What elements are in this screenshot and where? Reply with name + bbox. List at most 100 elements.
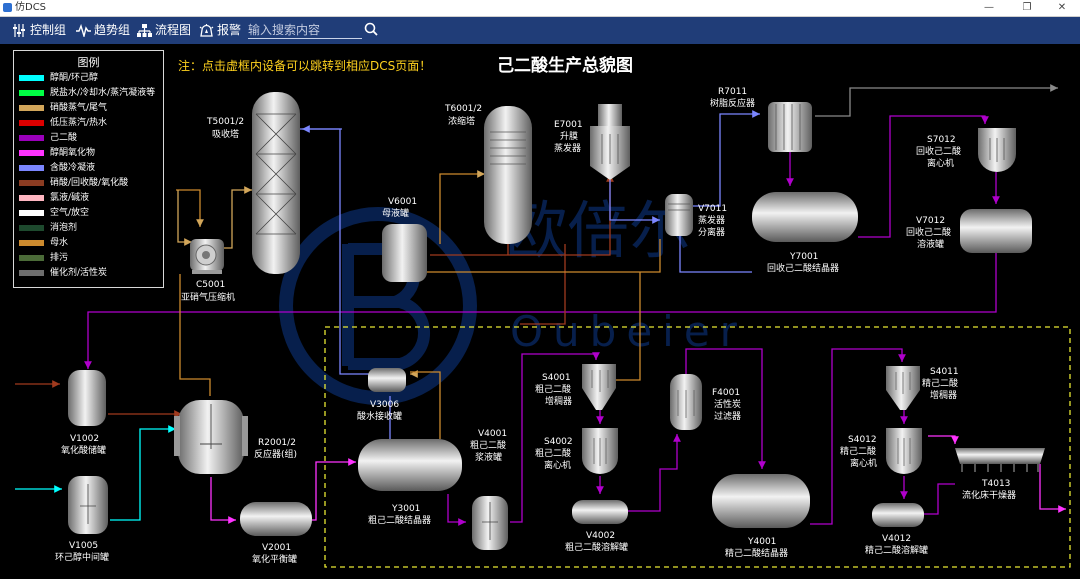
v6001-name: 母液罐: [382, 207, 409, 219]
legend-label: 消泡剂: [50, 223, 78, 233]
legend-label: 脱盐水/冷却水/蒸汽凝液等: [50, 88, 156, 98]
s7012-name2: 离心机: [927, 157, 954, 169]
v4012-dissolving-tank[interactable]: V4012 精己二酸溶解罐: [865, 503, 928, 556]
r2001-reactor: R2001/2 反应器(组): [174, 400, 297, 474]
v4001-name2: 浆液罐: [475, 451, 502, 463]
toolbar-label: 流程图: [155, 23, 192, 37]
c5001-tag: C5001: [196, 280, 225, 290]
s4001-thickener[interactable]: S4001 粗己二酸 增稠器: [535, 364, 616, 410]
r7011-resin-reactor: R7011 树脂反应器: [710, 87, 812, 152]
v4012-name: 精己二酸溶解罐: [865, 544, 928, 556]
t6001-name: 浓缩塔: [448, 115, 475, 127]
v4002-tag: V4002: [586, 531, 615, 541]
v4001-slurry-tank[interactable]: V4001 粗己二酸 浆液罐: [470, 429, 508, 550]
v1005-intermediate-tank: V1005 环己醇中间罐: [55, 476, 109, 563]
watermark-text: 欧倍尔: [505, 194, 691, 267]
maximize-button[interactable]: ❐: [1009, 0, 1045, 16]
trend-icon: [76, 24, 91, 37]
s4002-name1: 粗己二酸: [535, 447, 571, 459]
s4011-tag: S4011: [930, 367, 959, 377]
y4001-crystallizer[interactable]: Y4001 精己二酸结晶器: [712, 474, 810, 559]
search-icon[interactable]: [364, 22, 378, 36]
legend-swatch: [19, 255, 44, 261]
s4001-tag: S4001: [542, 373, 571, 383]
legend-item: 硝酸蒸气/尾气: [19, 101, 164, 115]
legend-label: 己二酸: [50, 133, 78, 143]
legend-item: 己二酸: [19, 131, 164, 145]
v7011-separator: V7011 蒸发器 分离器: [665, 194, 727, 238]
v6001-mother-liquor-tank: V6001 母液罐: [382, 197, 427, 282]
t4013-fluid-bed-dryer[interactable]: T4013 流化床干燥器: [955, 448, 1045, 501]
toolbar-label: 报警: [217, 23, 242, 37]
toolbar-alarm[interactable]: 报警: [199, 17, 245, 44]
legend-label: 空气/放空: [50, 208, 90, 218]
legend-item: 空气/放空: [19, 206, 164, 220]
r7011-tag: R7011: [718, 87, 747, 97]
legend-swatch: [19, 195, 44, 201]
s4011-name2: 增稠器: [930, 389, 957, 401]
v4001-tag: V4001: [478, 429, 507, 439]
r2001-name: 反应器(组): [254, 448, 297, 460]
s4012-centrifuge[interactable]: S4012 精己二酸 离心机: [840, 428, 922, 474]
t5001-name: 吸收塔: [212, 128, 239, 140]
e7001-name1: 升膜: [560, 131, 578, 142]
y3001-name: 粗己二酸结晶器: [368, 514, 431, 526]
s4002-centrifuge[interactable]: S4002 粗己二酸 离心机: [535, 428, 618, 474]
legend-label: 母水: [50, 238, 69, 248]
legend-item: 醇酮/环己醇: [19, 71, 164, 85]
v4002-dissolving-tank[interactable]: V4002 粗己二酸溶解罐: [565, 500, 628, 553]
v7012-name1: 回收己二酸: [906, 226, 951, 238]
legend-swatch: [19, 225, 44, 231]
v7012-solution-tank: V7012 回收己二酸 溶液罐: [906, 209, 1032, 253]
legend-swatch: [19, 270, 44, 276]
legend-item: 消泡剂: [19, 221, 164, 235]
f4001-name1: 活性炭: [714, 398, 741, 410]
legend-swatch: [19, 210, 44, 216]
v6001-tag: V6001: [388, 197, 417, 207]
search-input[interactable]: [248, 22, 362, 39]
window-titlebar: 仿DCS — ❐ ✕: [0, 0, 1080, 17]
v4001-name1: 粗己二酸: [470, 439, 506, 451]
v1002-oxidized-acid-tank: V1002 氧化酸储罐: [61, 370, 106, 456]
legend-label: 醇酮/环己醇: [50, 73, 99, 83]
e7001-name2: 蒸发器: [554, 142, 581, 154]
s7012-centrifuge: S7012 回收己二酸 离心机: [916, 128, 1016, 172]
y7001-tag: Y7001: [789, 252, 818, 262]
legend-item: 醇酮氧化物: [19, 146, 164, 160]
f4001-name2: 过滤器: [714, 410, 741, 422]
s4012-name1: 精己二酸: [840, 445, 876, 457]
t4013-name: 流化床干燥器: [962, 489, 1016, 501]
legend-item: 催化剂/活性炭: [19, 266, 164, 280]
t5001-tag: T5001/2: [206, 117, 244, 127]
v4002-name: 粗己二酸溶解罐: [565, 541, 628, 553]
process-canvas: 欧倍尔 Oubeier T5001/2 吸收塔 C5001 亚硝气压缩机 V60…: [0, 44, 1080, 579]
close-button[interactable]: ✕: [1044, 0, 1080, 16]
legend-swatch: [19, 135, 44, 141]
legend-label: 醇酮氧化物: [50, 148, 96, 158]
s7012-name1: 回收己二酸: [916, 145, 961, 157]
f4001-carbon-filter[interactable]: F4001 活性炭 过滤器: [670, 374, 741, 430]
minimize-button[interactable]: —: [971, 0, 1007, 16]
s4002-tag: S4002: [544, 437, 573, 447]
y7001-crystallizer: Y7001 回收己二酸结晶器: [752, 192, 858, 274]
legend-swatch: [19, 180, 44, 186]
toolbar-flowchart[interactable]: 流程图: [137, 17, 193, 44]
v1005-name: 环己醇中间罐: [55, 551, 109, 563]
legend-label: 低压蒸汽/热水: [50, 118, 108, 128]
r2001-tag: R2001/2: [258, 438, 296, 448]
c5001-name: 亚硝气压缩机: [181, 291, 235, 303]
y3001-tag: Y3001: [391, 504, 420, 514]
r7011-name: 树脂反应器: [710, 97, 755, 109]
legend-title: 图例: [77, 56, 100, 69]
legend-swatch: [19, 120, 44, 126]
y3001-crystallizer[interactable]: Y3001 粗己二酸结晶器: [358, 439, 462, 526]
toolbar-trend-group[interactable]: 趋势组: [76, 17, 132, 44]
toolbar-control-group[interactable]: 控制组: [12, 17, 68, 44]
v7011-name2: 分离器: [698, 226, 725, 238]
control-group-icon: [13, 24, 25, 37]
s4011-thickener[interactable]: S4011 精己二酸 增稠器: [886, 366, 959, 410]
e7001-tag: E7001: [554, 120, 583, 130]
v7012-name2: 溶液罐: [917, 238, 944, 250]
s4001-name1: 粗己二酸: [535, 383, 571, 395]
window-title: 仿DCS: [15, 2, 47, 13]
